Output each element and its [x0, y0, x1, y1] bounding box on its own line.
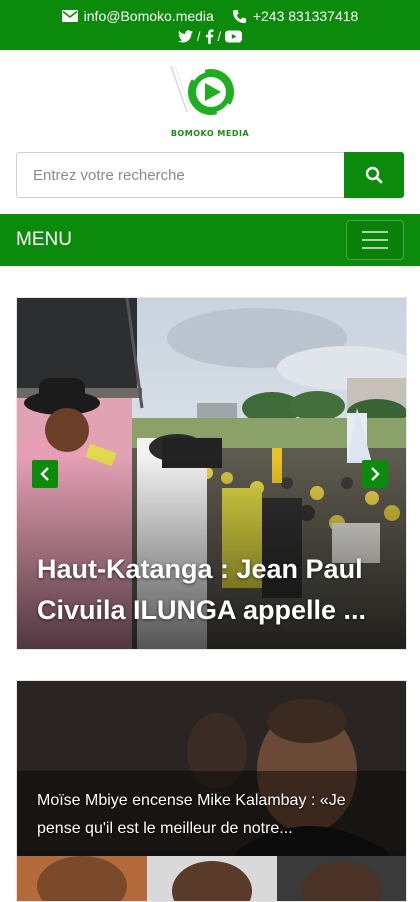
logo-text: BOMOKO MEDIA: [170, 129, 250, 138]
search-icon: [365, 166, 383, 184]
featured-article-card[interactable]: Haut-Katanga : Jean Paul Civuila ILUNGA …: [16, 297, 407, 650]
play-logo-icon: [170, 65, 234, 115]
social-separator: /: [196, 28, 201, 44]
search-input[interactable]: [16, 152, 344, 198]
site-logo[interactable]: BOMOKO MEDIA: [165, 60, 255, 140]
main-menu-bar: MENU: [0, 214, 420, 266]
facebook-icon[interactable]: [205, 29, 214, 44]
phone-text: +243 831337418: [252, 8, 359, 24]
chevron-left-icon: [40, 467, 50, 481]
carousel-prev-button[interactable]: [32, 460, 58, 488]
social-row: / /: [177, 27, 243, 45]
top-contact-bar: info@Bomoko.media +243 831337418 / /: [0, 0, 420, 50]
phone-link[interactable]: +243 831337418: [232, 8, 359, 24]
chevron-right-icon: [370, 467, 380, 481]
search-button[interactable]: [344, 152, 404, 198]
carousel-next-button[interactable]: [362, 460, 388, 488]
twitter-icon[interactable]: [177, 29, 193, 43]
article-title[interactable]: Moïse Mbiye encense Mike Kalambay : «Je …: [37, 787, 390, 843]
featured-article-title[interactable]: Haut-Katanga : Jean Paul Civuila ILUNGA …: [37, 549, 392, 631]
site-logo-area: BOMOKO MEDIA: [0, 50, 420, 150]
email-text: info@Bomoko.media: [83, 8, 214, 24]
youtube-icon[interactable]: [225, 30, 243, 43]
envelope-icon: [61, 10, 78, 22]
hamburger-icon[interactable]: [346, 220, 404, 260]
phone-icon: [232, 9, 247, 24]
contact-row: info@Bomoko.media +243 831337418: [61, 5, 359, 27]
social-separator: /: [217, 28, 222, 44]
search-bar: [16, 152, 404, 198]
email-link[interactable]: info@Bomoko.media: [61, 8, 214, 24]
menu-label: MENU: [16, 229, 72, 250]
article-card[interactable]: Moïse Mbiye encense Mike Kalambay : «Je …: [16, 680, 407, 902]
